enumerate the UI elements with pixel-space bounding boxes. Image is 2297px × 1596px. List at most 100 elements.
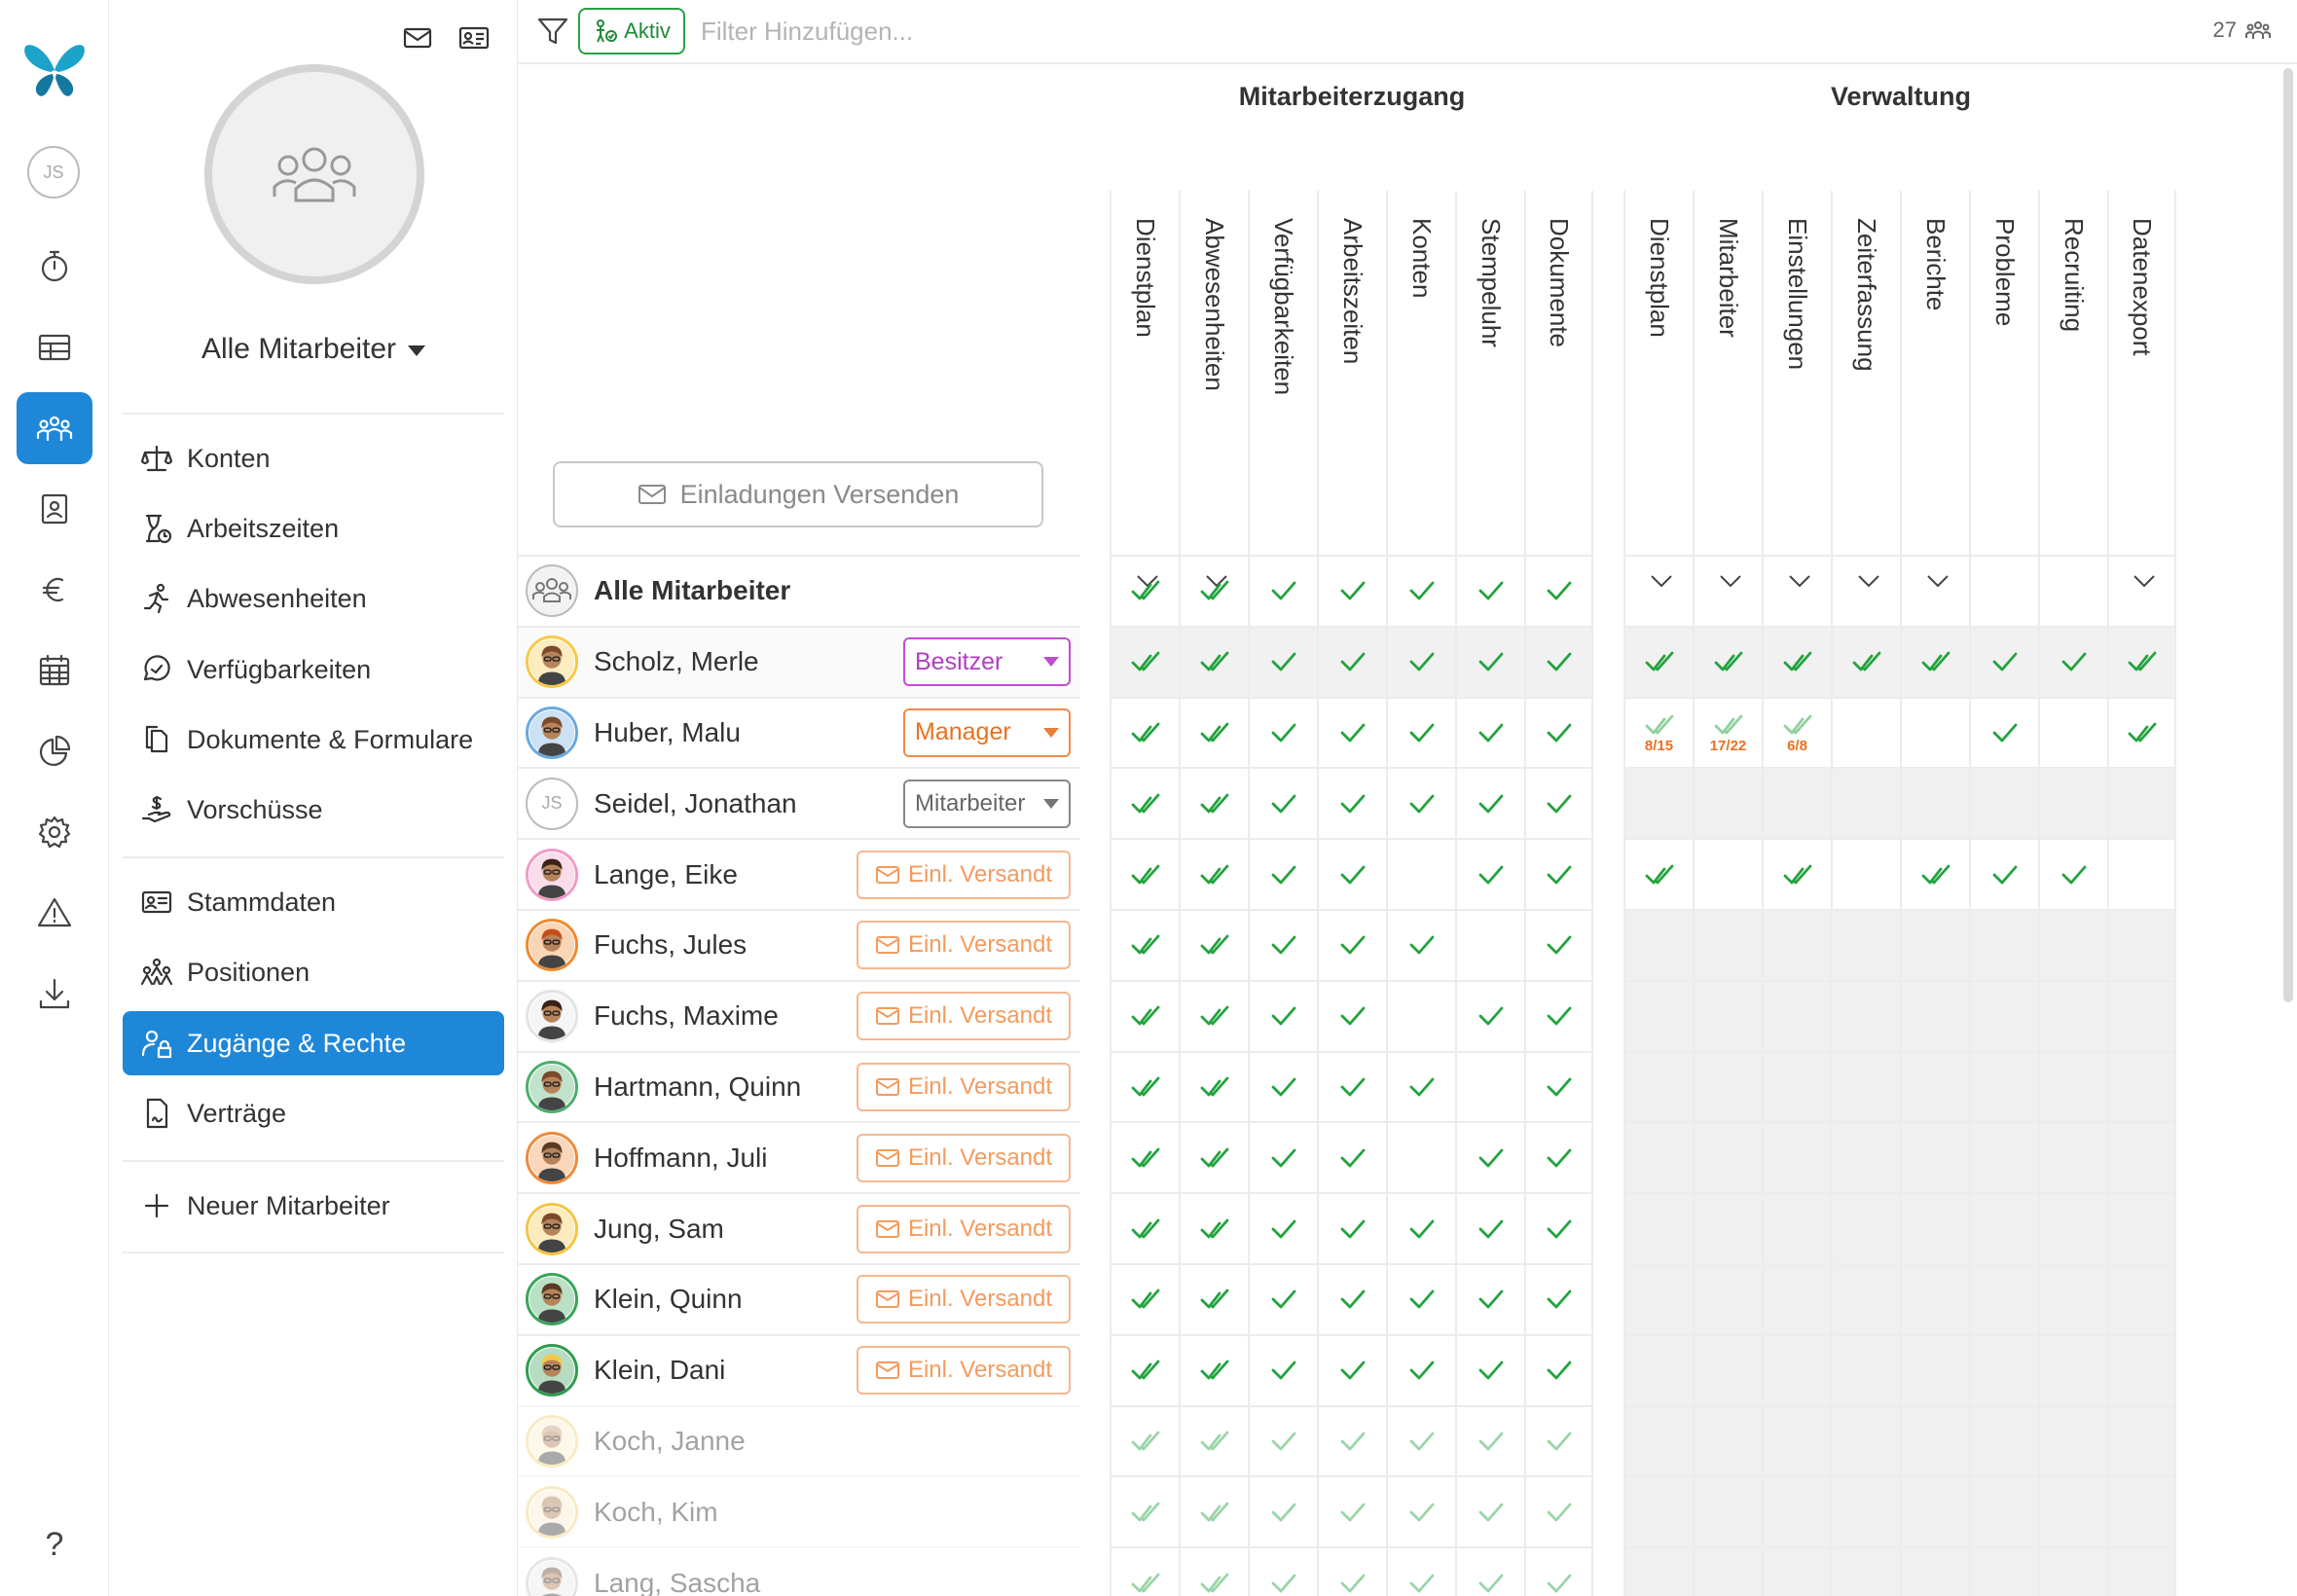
permission-cell[interactable] [1831,1333,1900,1405]
permission-check-icon[interactable] [1969,625,2038,697]
permission-cell[interactable] [1762,1050,1831,1122]
invitation-sent-badge[interactable]: Einl. Versandt [857,850,1071,899]
permission-cell[interactable] [1623,1121,1693,1193]
menu-item-zugaenge-rechte[interactable]: Zugänge & Rechte [123,1011,504,1075]
permission-cell[interactable] [1900,1475,1969,1547]
permission-check-icon[interactable] [1386,1475,1455,1547]
group-selector[interactable]: Alle Mitarbeiter [109,333,518,366]
permission-full-check-icon[interactable] [1110,979,1179,1051]
role-select[interactable]: Besitzer [903,637,1071,687]
invitation-sent-badge[interactable]: Einl. Versandt [857,1346,1071,1396]
permission-check-icon[interactable] [1386,1263,1455,1334]
permission-cell[interactable] [2038,1263,2107,1334]
permission-check-icon[interactable] [1524,1121,1593,1193]
permission-full-check-icon[interactable] [1110,1475,1179,1547]
menu-item-verfuegbarkeiten[interactable]: Verfügbarkeiten [123,637,504,702]
permission-check-icon[interactable] [1524,625,1593,697]
invitation-sent-badge[interactable]: Einl. Versandt [857,1062,1071,1111]
permission-full-check-icon[interactable] [1110,1263,1179,1334]
people-icon[interactable] [17,392,92,464]
permission-check-icon[interactable] [1317,1263,1386,1334]
permission-cell[interactable] [1831,1121,1900,1193]
permission-check-icon[interactable] [1386,1192,1455,1263]
send-invitations-button[interactable]: Einladungen Versenden [553,461,1043,527]
permission-cell[interactable] [1693,1263,1762,1334]
help-icon[interactable]: ? [17,1508,92,1580]
permission-cell[interactable] [1762,1263,1831,1334]
permission-cell[interactable] [1969,1121,2038,1193]
permission-cell[interactable] [1831,696,1900,768]
employee-row[interactable]: Klein, Quinn Einl. Versandt [518,1262,1080,1334]
permission-check-icon[interactable] [2038,625,2107,697]
user-avatar[interactable]: JS [27,146,80,199]
permission-full-check-icon[interactable] [1110,1404,1179,1476]
permission-cell[interactable] [1900,1333,1969,1405]
employee-row[interactable]: Fuchs, Maxime Einl. Versandt [518,979,1080,1051]
permission-cell[interactable] [2107,909,2176,980]
permission-check-icon[interactable] [1248,625,1317,697]
calendar-icon[interactable] [17,635,92,707]
permission-check-icon[interactable] [1386,625,1455,697]
permission-cell[interactable] [2107,555,2176,626]
permission-cell[interactable] [1900,1546,1969,1596]
permission-full-check-icon[interactable] [1762,838,1831,909]
permission-full-check-icon[interactable] [1831,625,1900,697]
permission-check-icon[interactable] [1455,1404,1524,1476]
permission-cell[interactable] [1762,1192,1831,1263]
permission-check-icon[interactable] [2038,838,2107,909]
permission-cell[interactable] [1900,1121,1969,1193]
permission-check-icon[interactable] [1524,838,1593,909]
permission-full-check-icon[interactable] [1179,1475,1248,1547]
permission-cell[interactable] [1969,1050,2038,1122]
invitation-sent-badge[interactable]: Einl. Versandt [857,992,1071,1041]
permission-cell[interactable] [1623,1404,1693,1476]
permission-cell[interactable] [1831,1263,1900,1334]
permission-full-check-icon[interactable] [1179,1333,1248,1405]
permission-check-icon[interactable] [1524,1192,1593,1263]
menu-item-vertraege[interactable]: Verträge [123,1081,504,1145]
employee-row[interactable]: JS Seidel, Jonathan Mitarbeiter [518,767,1080,838]
permission-check-icon[interactable] [1317,1404,1386,1476]
filter-input[interactable] [701,10,1382,53]
permission-full-check-icon[interactable] [1179,909,1248,980]
permission-cell[interactable] [2107,1546,2176,1596]
permission-check-icon[interactable] [1455,1263,1524,1334]
permission-check-icon[interactable] [1524,1333,1593,1405]
permission-check-icon[interactable] [1455,696,1524,768]
permission-check-icon[interactable] [1317,979,1386,1051]
permission-check-icon[interactable] [1317,1050,1386,1122]
permission-cell[interactable] [1900,909,1969,980]
permission-cell[interactable] [1831,979,1900,1051]
permission-check-icon[interactable] [1455,1475,1524,1547]
filter-icon[interactable] [535,14,570,49]
permission-check-icon[interactable] [1524,1475,1593,1547]
permission-check-icon[interactable] [1969,838,2038,909]
permission-full-check-icon[interactable] [1110,1121,1179,1193]
employee-row[interactable]: Koch, Kim [518,1475,1080,1546]
permission-cell[interactable] [1693,979,1762,1051]
permission-full-check-icon[interactable] [1179,767,1248,839]
permission-check-icon[interactable] [1248,909,1317,980]
permission-cell[interactable] [1762,767,1831,839]
contact-card-icon[interactable] [17,473,92,545]
menu-item-dokumente[interactable]: Dokumente & Formulare [123,707,504,772]
invitation-sent-badge[interactable]: Einl. Versandt [857,1275,1071,1324]
permission-check-icon[interactable] [1455,979,1524,1051]
permission-cell[interactable] [2107,767,2176,839]
permission-check-icon[interactable] [1455,838,1524,909]
permission-cell[interactable] [1900,1192,1969,1263]
new-employee-button[interactable]: Neuer Mitarbeiter [123,1174,504,1238]
permission-cell[interactable] [2107,1475,2176,1547]
permission-full-check-icon[interactable] [1900,838,1969,909]
menu-item-vorschuesse[interactable]: Vorschüsse [123,778,504,842]
permission-cell[interactable]: 17/22 [1693,696,1762,768]
permission-cell[interactable] [1693,767,1762,839]
permission-check-icon[interactable] [1317,625,1386,697]
permission-cell[interactable] [1831,1404,1900,1476]
permission-check-icon[interactable] [1455,1546,1524,1596]
permission-cell[interactable] [2038,1333,2107,1405]
permission-cell[interactable] [1831,838,1900,909]
table-icon[interactable] [17,311,92,383]
permission-cell[interactable] [2038,1475,2107,1547]
permission-check-icon[interactable] [1317,696,1386,768]
